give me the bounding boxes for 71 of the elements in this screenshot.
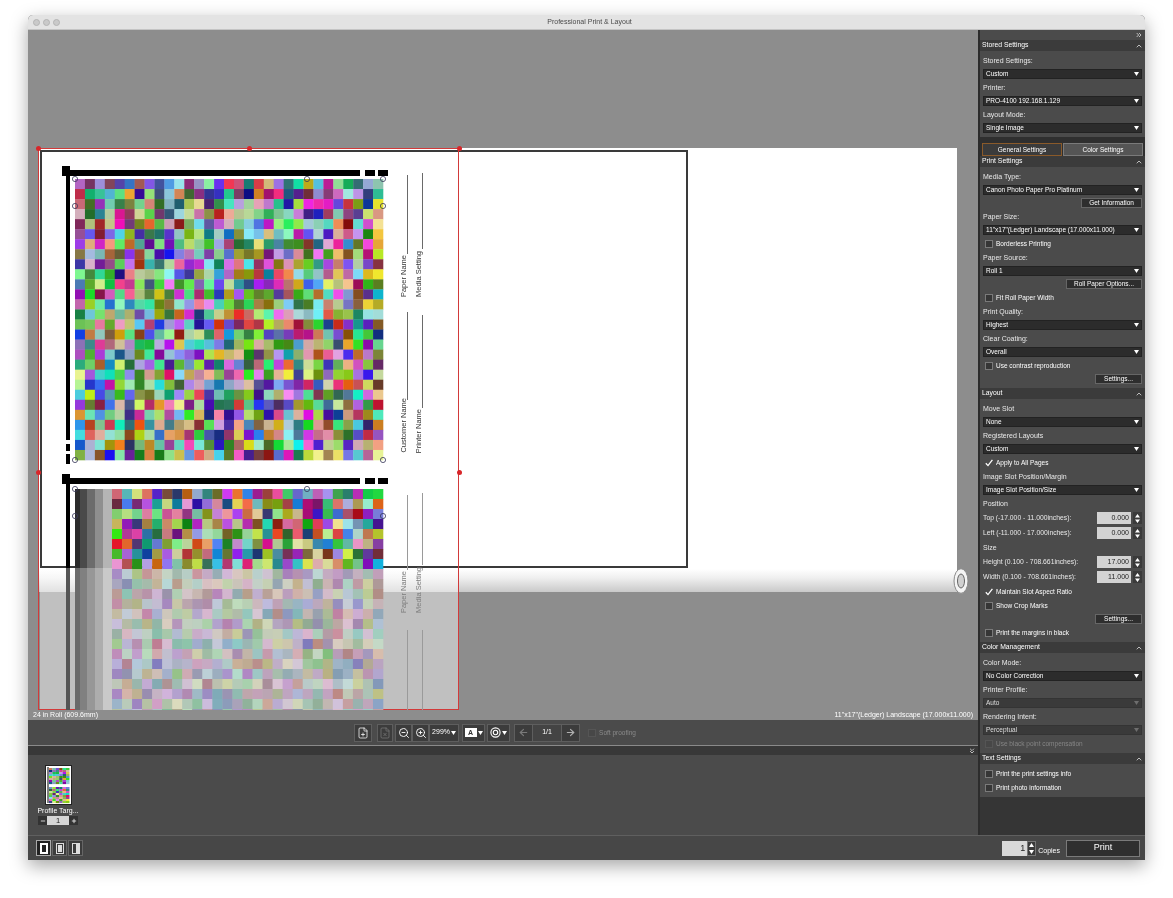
zoom-in-button[interactable] <box>412 723 430 742</box>
copies-field[interactable]: 1 <box>1002 840 1028 856</box>
page-layout-button[interactable] <box>36 840 51 856</box>
collapse-panel-button[interactable] <box>1134 30 1143 40</box>
zoom-out-icon <box>397 726 410 739</box>
arrow-right-icon <box>565 727 577 738</box>
up-down-arrows-icon <box>1029 842 1035 854</box>
checkbox[interactable] <box>985 601 993 610</box>
thumbnail-target-drawing <box>45 766 71 804</box>
fill-in-line <box>422 493 423 565</box>
up-down-arrows-icon <box>1135 513 1140 523</box>
collapse-filmstrip-button[interactable] <box>967 746 976 755</box>
dropdown-arrow-icon <box>1134 674 1139 678</box>
up-down-arrows-icon <box>1135 557 1140 567</box>
zoom-out-button[interactable] <box>395 723 413 742</box>
checkbox[interactable] <box>985 361 993 370</box>
roll-end-icon <box>953 568 969 594</box>
checkbox[interactable] <box>985 769 993 778</box>
page-layout-icon <box>55 842 64 854</box>
dropdown-arrow-icon <box>1134 447 1139 451</box>
resize-handle[interactable] <box>457 146 462 151</box>
dropdown-arrow-icon <box>1134 350 1139 354</box>
dropdown-arrow-icon <box>1134 188 1139 192</box>
dropdown-arrow-icon <box>1134 126 1139 130</box>
page-plus-icon <box>357 726 370 739</box>
stepper-button[interactable] <box>1027 840 1037 856</box>
print-button[interactable]: Print <box>1066 839 1140 857</box>
color-menu-button[interactable] <box>487 723 511 742</box>
resize-handle[interactable] <box>36 146 41 151</box>
dropdown-arrow-icon <box>1134 701 1139 705</box>
page-layout-button[interactable] <box>52 840 67 856</box>
stepper-button[interactable] <box>1133 527 1142 539</box>
stepper-button[interactable] <box>1133 571 1142 583</box>
dropdown-arrow-icon <box>1134 269 1139 273</box>
dropdown-arrow-icon <box>1134 728 1139 732</box>
zoom-in-icon <box>414 726 427 739</box>
dropdown-arrow-icon <box>1134 323 1139 327</box>
stepper-button[interactable] <box>1133 512 1142 524</box>
caret-icon <box>451 730 456 735</box>
up-down-arrows-icon <box>1135 528 1140 538</box>
chevrons-down-icon <box>967 746 976 755</box>
checkbox[interactable] <box>985 293 993 302</box>
checkbox[interactable] <box>985 239 993 248</box>
dropdown-arrow-icon <box>1134 228 1139 232</box>
checkbox[interactable] <box>985 628 993 637</box>
plus-icon <box>70 817 77 824</box>
dropdown-arrow-icon <box>1134 488 1139 492</box>
chevrons-right-icon <box>1134 31 1143 39</box>
dropdown-arrow-icon <box>1134 99 1139 103</box>
caret-icon <box>477 730 483 735</box>
page-thumbnail[interactable] <box>44 765 72 805</box>
up-down-arrows-icon <box>1135 572 1140 582</box>
resize-handle[interactable] <box>247 146 252 151</box>
dropdown-arrow-icon <box>1134 72 1139 76</box>
page-layout-button[interactable] <box>68 840 83 856</box>
page-layout-icon <box>39 842 48 854</box>
page-layout-icon <box>71 842 80 854</box>
caret-icon <box>502 730 508 735</box>
minus-icon <box>39 817 46 824</box>
target-icon <box>490 727 502 738</box>
stepper-button[interactable] <box>1133 556 1142 568</box>
decrement-button[interactable] <box>38 816 47 825</box>
resize-handle[interactable] <box>457 470 462 475</box>
increment-button[interactable] <box>69 816 78 825</box>
dropdown-arrow-icon <box>1134 420 1139 424</box>
next-page-button[interactable] <box>561 723 581 742</box>
resize-handle[interactable] <box>36 470 41 475</box>
arrow-left-icon <box>518 727 530 738</box>
add-page-button[interactable] <box>354 723 373 742</box>
page-x-icon <box>379 726 392 739</box>
checkbox[interactable] <box>985 783 993 792</box>
